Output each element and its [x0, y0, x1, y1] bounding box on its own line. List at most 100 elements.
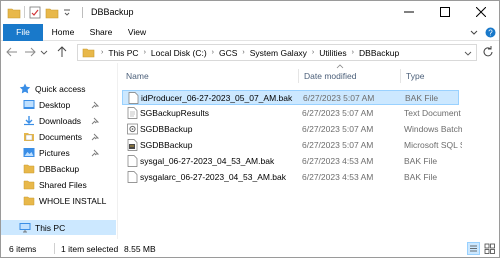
- status-selected-size: 8.55 MB: [124, 243, 156, 254]
- nav-item-label: This PC: [35, 222, 66, 233]
- download-folder-icon: [24, 116, 34, 126]
- breadcrumb-local-disk[interactable]: Local Disk (C:): [149, 48, 209, 58]
- nav-item-label: Pictures: [39, 147, 70, 158]
- minimize-button[interactable]: [391, 1, 427, 23]
- nav-item-label: Shared Files: [39, 179, 87, 190]
- breadcrumb-this-pc[interactable]: This PC: [106, 48, 140, 58]
- address-dropdown-icon[interactable]: [464, 49, 472, 57]
- properties-icon[interactable]: [29, 6, 41, 19]
- file-name: SGBackupResults: [140, 108, 209, 118]
- pin-icon: [91, 149, 99, 157]
- nav-item-pictures[interactable]: Pictures: [23, 145, 118, 160]
- pin-icon: [91, 133, 99, 141]
- nav-item-label: Desktop: [39, 99, 71, 110]
- breadcrumb-separator: ›: [311, 49, 315, 56]
- minimize-icon: [404, 11, 414, 13]
- nav-item-desktop[interactable]: Desktop: [23, 97, 118, 112]
- nav-item-documents[interactable]: Documents: [23, 129, 118, 144]
- new-folder-icon[interactable]: [45, 6, 59, 19]
- column-header-name[interactable]: Name: [126, 71, 149, 81]
- nav-item-downloads[interactable]: Downloads: [23, 113, 118, 128]
- file-row[interactable]: SGDBBackup 6/27/2023 5:07 AM Windows Bat…: [122, 122, 462, 137]
- file-row[interactable]: SGBackupResults 6/27/2023 5:07 AM Text D…: [122, 106, 461, 121]
- folder-icon: [23, 164, 35, 174]
- folder-icon: [82, 48, 95, 58]
- close-icon: [476, 7, 486, 17]
- forward-arrow-icon: [25, 47, 36, 57]
- pin-icon: [91, 117, 99, 125]
- help-icon[interactable]: ?: [485, 27, 496, 38]
- tab-file[interactable]: File: [3, 24, 43, 41]
- file-date: 6/27/2023 5:07 AM: [302, 108, 374, 118]
- breadcrumb-separator: ›: [211, 49, 214, 56]
- chevron-down-icon: [40, 50, 48, 55]
- file-row[interactable]: sysgal_06-27-2023_04_53_AM.bak 6/27/2023…: [122, 154, 459, 169]
- sort-indicator-icon: [336, 64, 344, 69]
- file-date: 6/27/2023 5:07 AM: [302, 124, 374, 134]
- forward-button[interactable]: [23, 45, 37, 59]
- maximize-button[interactable]: [427, 1, 463, 23]
- breadcrumb-separator: ›: [143, 49, 146, 56]
- status-item-count: 6 items: [9, 243, 37, 254]
- recent-locations-button[interactable]: [39, 45, 49, 59]
- svg-text:?: ?: [488, 28, 493, 37]
- file-date: 6/27/2023 5:07 AM: [303, 93, 375, 103]
- navigation-pane: Quick access Desktop Downloads Documents…: [1, 63, 118, 239]
- column-header-date[interactable]: Date modified: [304, 71, 356, 81]
- file-name: sysgalarc_06-27-2023_04_53_AM.bak: [140, 172, 287, 182]
- title-bar: DBBackup: [1, 1, 499, 24]
- nav-item-whole-install[interactable]: WHOLE INSTALL: [23, 193, 116, 208]
- nav-item-shared-files[interactable]: Shared Files: [23, 177, 118, 192]
- file-type: Windows Batch File: [404, 124, 462, 134]
- file-name: sysgal_06-27-2023_04_53_AM.bak: [140, 156, 275, 166]
- expand-ribbon-icon[interactable]: [469, 28, 479, 38]
- file-icon: [128, 92, 139, 104]
- breadcrumb-system-galaxy[interactable]: System Galaxy: [248, 48, 309, 58]
- breadcrumb-utilities[interactable]: Utilities: [317, 48, 348, 58]
- file-type: Text Document: [404, 108, 461, 118]
- nav-item-this-pc[interactable]: This PC: [1, 220, 116, 235]
- explorer-window: DBBackup File Home Share View ? › This P…: [0, 0, 500, 258]
- desktop-folder-icon: [23, 100, 35, 109]
- breadcrumb-separator: ›: [351, 49, 355, 56]
- documents-folder-icon: [24, 133, 34, 141]
- back-arrow-icon: [6, 47, 17, 57]
- file-row[interactable]: sysgalarc_06-27-2023_04_53_AM.bak 6/27/2…: [122, 170, 459, 185]
- details-view-icon[interactable]: [467, 242, 480, 255]
- large-icons-view-icon[interactable]: [483, 242, 496, 255]
- nav-item-dbbackup[interactable]: DBBackup: [23, 161, 118, 176]
- file-type: BAK File: [404, 156, 438, 166]
- column-header-type[interactable]: Type: [406, 71, 424, 81]
- customize-toolbar-icon[interactable]: [62, 6, 72, 19]
- refresh-icon[interactable]: [481, 45, 495, 59]
- nav-item-quick-access[interactable]: Quick access: [19, 81, 118, 96]
- computer-icon: [19, 223, 31, 233]
- pictures-folder-icon: [23, 148, 35, 157]
- close-button[interactable]: [463, 1, 499, 23]
- batch-file-icon: [127, 123, 138, 135]
- maximize-icon: [440, 7, 450, 17]
- breadcrumb-dbbackup[interactable]: DBBackup: [357, 48, 401, 58]
- nav-item-label: DBBackup: [39, 163, 80, 174]
- tab-home[interactable]: Home: [45, 24, 81, 41]
- ribbon-tabs: File Home Share View ?: [1, 24, 499, 41]
- file-name: SGDBBackup: [140, 124, 193, 134]
- tab-view[interactable]: View: [121, 24, 153, 41]
- breadcrumb-gcs[interactable]: GCS: [217, 48, 239, 58]
- file-name: idProducer_06-27-2023_05_07_AM.bak: [141, 93, 293, 103]
- file-icon: [127, 171, 138, 183]
- address-bar[interactable]: › This PC › Local Disk (C:) › GCS › Syst…: [77, 44, 477, 61]
- file-date: 6/27/2023 5:07 AM: [302, 140, 374, 150]
- breadcrumb-separator: ›: [101, 49, 104, 56]
- file-type: Microsoft SQL Server: [404, 140, 462, 150]
- file-row[interactable]: idProducer_06-27-2023_05_07_AM.bak 6/27/…: [122, 90, 459, 105]
- up-button[interactable]: [55, 45, 69, 59]
- back-button[interactable]: [5, 45, 19, 59]
- window-title: DBBackup: [91, 7, 134, 17]
- file-row[interactable]: SGDBBackup 6/27/2023 5:07 AM Microsoft S…: [122, 138, 462, 153]
- folder-icon: [23, 180, 35, 190]
- breadcrumb-separator: ›: [242, 49, 245, 56]
- status-selected-count: 1 item selected: [61, 243, 119, 254]
- tab-share[interactable]: Share: [83, 24, 119, 41]
- file-name: SGDBBackup: [140, 140, 193, 150]
